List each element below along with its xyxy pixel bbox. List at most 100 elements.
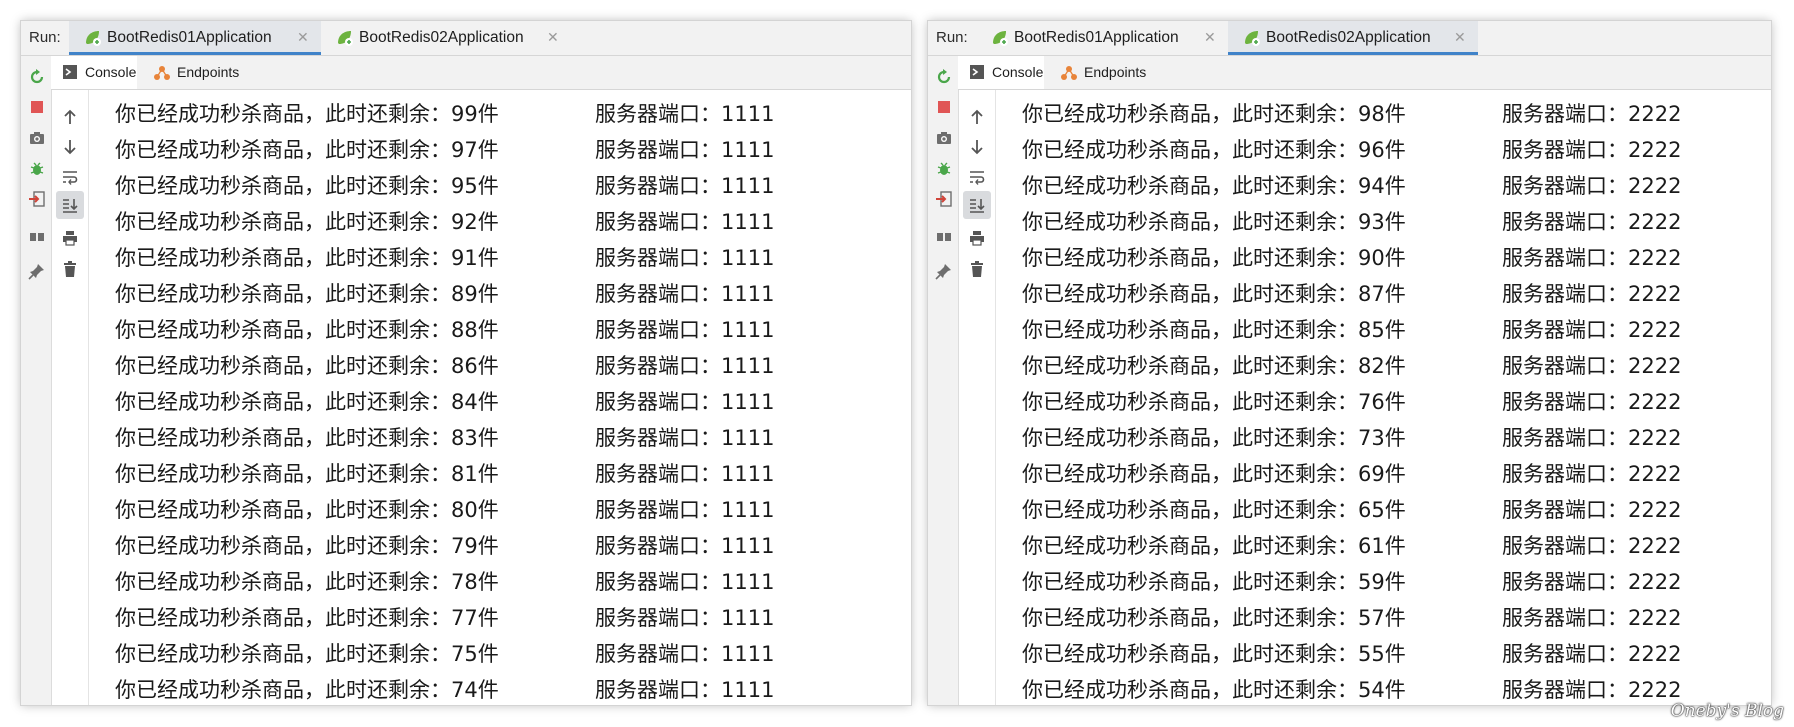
server-port-text: 服务器端口：2222 <box>1502 98 1681 128</box>
port-value: 1111 <box>721 282 775 306</box>
console-message: 你已经成功秒杀商品，此时还剩余：87件 <box>1022 282 1406 306</box>
port-value: 1111 <box>721 210 775 234</box>
screenshot-root: Run: BootRedis01Application ✕ BootRedis0… <box>0 0 1794 727</box>
camera-icon[interactable] <box>935 129 953 147</box>
debug-bug-icon[interactable] <box>935 160 953 178</box>
tab-console[interactable]: Console <box>958 56 1044 89</box>
close-icon[interactable]: ✕ <box>547 29 559 46</box>
port-label: 服务器端口： <box>1502 426 1628 450</box>
soft-wrap-icon[interactable] <box>61 168 79 186</box>
server-port-text: 服务器端口：2222 <box>1502 170 1681 200</box>
pin-icon[interactable] <box>935 262 953 280</box>
console-message: 你已经成功秒杀商品，此时还剩余：95件 <box>115 174 499 198</box>
console-message: 你已经成功秒杀商品，此时还剩余：83件 <box>115 426 499 450</box>
console-message: 你已经成功秒杀商品，此时还剩余：93件 <box>1022 210 1406 234</box>
console-output[interactable]: 你已经成功秒杀商品，此时还剩余：98件 服务器端口：2222 你已经成功秒杀商品，… <box>996 90 1771 705</box>
port-label: 服务器端口： <box>1502 354 1628 378</box>
port-label: 服务器端口： <box>1502 246 1628 270</box>
console-output[interactable]: 你已经成功秒杀商品，此时还剩余：99件 服务器端口：1111 你已经成功秒杀商品，… <box>89 90 911 705</box>
import-icon[interactable] <box>935 190 953 208</box>
trash-icon[interactable] <box>61 260 79 278</box>
run-tab-bootredis01[interactable]: BootRedis01Application ✕ <box>976 21 1228 55</box>
port-value: 1111 <box>721 606 775 630</box>
port-label: 服务器端口： <box>1502 606 1628 630</box>
port-value: 1111 <box>721 642 775 666</box>
print-icon[interactable] <box>61 229 79 247</box>
layout-icon[interactable] <box>28 228 46 246</box>
console-message: 你已经成功秒杀商品，此时还剩余：69件 <box>1022 462 1406 486</box>
run-tab-bootredis02[interactable]: BootRedis02Application ✕ <box>1228 21 1478 55</box>
server-port-text: 服务器端口：1111 <box>595 602 774 632</box>
port-label: 服务器端口： <box>1502 318 1628 342</box>
server-port-text: 服务器端口：2222 <box>1502 206 1681 236</box>
server-port-text: 服务器端口：1111 <box>595 98 774 128</box>
soft-wrap-icon[interactable] <box>968 168 986 186</box>
server-port-text: 服务器端口：1111 <box>595 314 774 344</box>
port-value: 2222 <box>1628 282 1682 306</box>
close-icon[interactable]: ✕ <box>297 29 309 46</box>
console-message: 你已经成功秒杀商品，此时还剩余：90件 <box>1022 246 1406 270</box>
run-panel-right: Run: BootRedis01Application ✕ BootRedis0… <box>928 21 1771 705</box>
port-label: 服务器端口： <box>1502 498 1628 522</box>
stop-icon[interactable] <box>935 98 953 116</box>
arrow-up-icon[interactable] <box>61 108 79 126</box>
run-tool-bar: Run: BootRedis01Application ✕ BootRedis0… <box>928 21 1771 56</box>
port-label: 服务器端口： <box>595 210 721 234</box>
console-message: 你已经成功秒杀商品，此时还剩余：89件 <box>115 282 499 306</box>
console-actions-toolbar <box>959 90 996 705</box>
server-port-text: 服务器端口：2222 <box>1502 566 1681 596</box>
pin-icon[interactable] <box>28 262 46 280</box>
server-port-text: 服务器端口：1111 <box>595 566 774 596</box>
console-message: 你已经成功秒杀商品，此时还剩余：81件 <box>115 462 499 486</box>
run-tool-bar: Run: BootRedis01Application ✕ BootRedis0… <box>21 21 911 56</box>
tab-endpoints[interactable]: Endpoints <box>1050 56 1150 89</box>
close-icon[interactable]: ✕ <box>1204 29 1216 46</box>
port-label: 服务器端口： <box>1502 210 1628 234</box>
run-tab-bootredis01[interactable]: BootRedis01Application ✕ <box>69 21 321 55</box>
arrow-down-icon[interactable] <box>61 138 79 156</box>
stop-icon[interactable] <box>28 98 46 116</box>
port-value: 1111 <box>721 354 775 378</box>
tab-endpoints[interactable]: Endpoints <box>143 56 243 89</box>
port-value: 2222 <box>1628 246 1682 270</box>
server-port-text: 服务器端口：2222 <box>1502 458 1681 488</box>
import-icon[interactable] <box>28 190 46 208</box>
port-label: 服务器端口： <box>595 174 721 198</box>
print-icon[interactable] <box>968 229 986 247</box>
server-port-text: 服务器端口：1111 <box>595 422 774 452</box>
console-message: 你已经成功秒杀商品，此时还剩余：65件 <box>1022 498 1406 522</box>
close-icon[interactable]: ✕ <box>1454 29 1466 46</box>
arrow-up-icon[interactable] <box>968 108 986 126</box>
port-value: 1111 <box>721 462 775 486</box>
server-port-text: 服务器端口：1111 <box>595 206 774 236</box>
arrow-down-icon[interactable] <box>968 138 986 156</box>
server-port-text: 服务器端口：2222 <box>1502 674 1681 704</box>
run-tab-bootredis02[interactable]: BootRedis02Application ✕ <box>321 21 571 55</box>
layout-icon[interactable] <box>935 228 953 246</box>
scroll-to-end-icon[interactable] <box>968 196 986 214</box>
rerun-icon[interactable] <box>935 68 953 86</box>
server-port-text: 服务器端口：1111 <box>595 458 774 488</box>
debug-bug-icon[interactable] <box>28 160 46 178</box>
scroll-to-end-icon[interactable] <box>61 196 79 214</box>
run-label: Run: <box>29 29 61 46</box>
console-subtabs: Console Endpoints <box>958 56 1771 90</box>
tab-console[interactable]: Console <box>51 56 137 89</box>
server-port-text: 服务器端口：2222 <box>1502 278 1681 308</box>
tab-console-label: Console <box>992 64 1044 80</box>
console-message: 你已经成功秒杀商品，此时还剩余：99件 <box>115 102 499 126</box>
console-message: 你已经成功秒杀商品，此时还剩余：59件 <box>1022 570 1406 594</box>
server-port-text: 服务器端口：1111 <box>595 242 774 272</box>
trash-icon[interactable] <box>968 260 986 278</box>
port-value: 2222 <box>1628 174 1682 198</box>
server-port-text: 服务器端口：2222 <box>1502 386 1681 416</box>
server-port-text: 服务器端口：1111 <box>595 170 774 200</box>
rerun-icon[interactable] <box>28 68 46 86</box>
port-label: 服务器端口： <box>595 570 721 594</box>
camera-icon[interactable] <box>28 129 46 147</box>
run-tab-label: BootRedis01Application <box>1014 29 1179 46</box>
port-label: 服务器端口： <box>595 102 721 126</box>
port-value: 2222 <box>1628 354 1682 378</box>
server-port-text: 服务器端口：2222 <box>1502 422 1681 452</box>
endpoints-icon <box>154 66 170 80</box>
